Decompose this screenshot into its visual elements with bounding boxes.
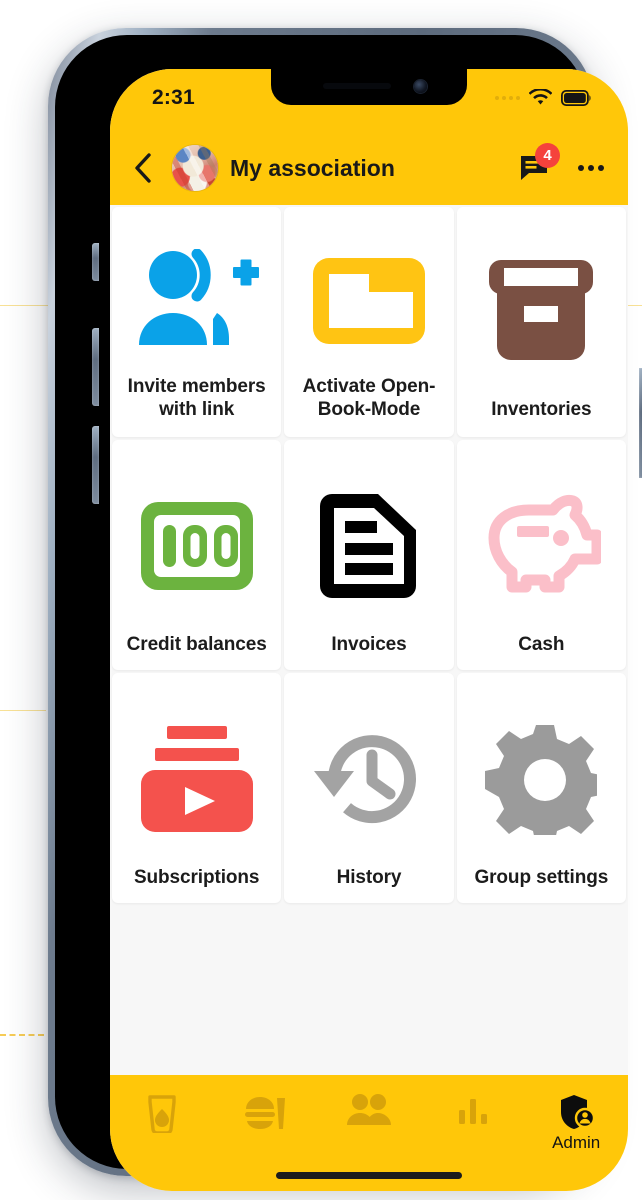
tile-label: Cash [518, 633, 565, 655]
background-guide-line-dashed [0, 1034, 44, 1036]
bar-chart-icon [458, 1099, 487, 1124]
tile-icon [465, 227, 618, 398]
tile-invite-members[interactable]: Invite members with link [112, 207, 282, 437]
person-add-invite-icon [138, 248, 259, 345]
phone-screen: 2:31 My association 4 Invite members wit… [110, 69, 628, 1191]
unread-badge: 4 [535, 143, 560, 168]
tile-icon [120, 460, 273, 633]
back-chevron-icon [135, 153, 151, 183]
tile-label: Activate Open-Book-Mode [302, 375, 436, 420]
phone-frame: 2:31 My association 4 Invite members wit… [48, 28, 642, 1191]
shield-person-icon [561, 1095, 596, 1129]
tile-label: Group settings [474, 866, 609, 888]
signal-dots-icon [495, 95, 520, 100]
tile-label: Invite members with link [127, 375, 266, 420]
volume-down-button[interactable] [92, 426, 99, 504]
people-icon [346, 1094, 391, 1125]
nav-item-statistics[interactable] [429, 1093, 517, 1129]
tile-label: Inventories [491, 398, 592, 420]
nav-item-members[interactable] [325, 1093, 413, 1131]
status-bar: 2:31 [110, 69, 628, 131]
messages-button[interactable]: 4 [514, 143, 560, 188]
tile-icon [465, 460, 618, 633]
archive-box-icon [489, 260, 594, 361]
tile-cash[interactable]: Cash [456, 440, 626, 670]
action-grid: Invite members with link Activate Open-B… [112, 207, 626, 903]
tile-inventories[interactable]: Inventories [456, 207, 626, 437]
tile-label: Subscriptions [133, 866, 260, 888]
tile-icon [292, 693, 445, 866]
tile-icon [120, 227, 273, 375]
more-options-button[interactable] [574, 151, 608, 185]
nav-item-food[interactable] [221, 1093, 309, 1135]
tile-invoices[interactable]: Invoices [284, 440, 454, 670]
status-bar-clock: 2:31 [152, 86, 195, 109]
piggy-bank-icon [488, 495, 602, 593]
front-camera-icon [414, 80, 427, 93]
tile-label: Invoices [331, 633, 407, 655]
gear-icon [485, 725, 598, 836]
folder-icon [312, 257, 425, 344]
wifi-icon [529, 89, 552, 105]
tile-label: History [336, 866, 402, 888]
tile-icon [292, 227, 445, 375]
tile-subscriptions[interactable]: Subscriptions [112, 673, 282, 903]
tile-icon [292, 460, 445, 633]
tile-group-settings[interactable]: Group settings [456, 673, 626, 903]
tile-activate-open-book-mode[interactable]: Activate Open-Book-Mode [284, 207, 454, 437]
avatar[interactable] [172, 145, 218, 191]
tile-credit-balances[interactable]: Credit balances [112, 440, 282, 670]
status-bar-indicators [495, 86, 592, 106]
battery-full-icon [561, 89, 591, 106]
mute-switch-button[interactable] [92, 243, 99, 281]
nav-item-drinks[interactable] [118, 1093, 206, 1135]
earpiece-speaker [323, 83, 391, 89]
page-title: My association [230, 154, 395, 181]
background-guide-line [0, 710, 46, 711]
app-bar: My association 4 [110, 131, 628, 205]
clock-rotate-left-icon [313, 735, 416, 824]
phone-notch [271, 69, 467, 105]
banknote-100-icon [140, 502, 253, 591]
tile-icon [465, 693, 618, 866]
screenshot-scene: 2:31 My association 4 Invite members wit… [0, 0, 642, 1200]
tile-icon [120, 693, 273, 866]
bottom-navigation: Admin [110, 1075, 628, 1191]
back-button[interactable] [126, 151, 160, 185]
content-area: Invite members with link Activate Open-B… [110, 205, 628, 1075]
more-options-icon [578, 165, 584, 171]
nav-item-label: Admin [552, 1133, 601, 1152]
drink-glass-icon [148, 1095, 176, 1133]
tile-history[interactable]: History [284, 673, 454, 903]
home-indicator[interactable] [276, 1172, 462, 1179]
subscriptions-play-icon [140, 726, 253, 833]
document-lines-icon [319, 494, 416, 599]
volume-up-button[interactable] [92, 328, 99, 406]
food-tray-icon [245, 1097, 286, 1129]
tile-label: Credit balances [126, 633, 267, 655]
nav-item-admin[interactable]: Admin [532, 1093, 620, 1153]
